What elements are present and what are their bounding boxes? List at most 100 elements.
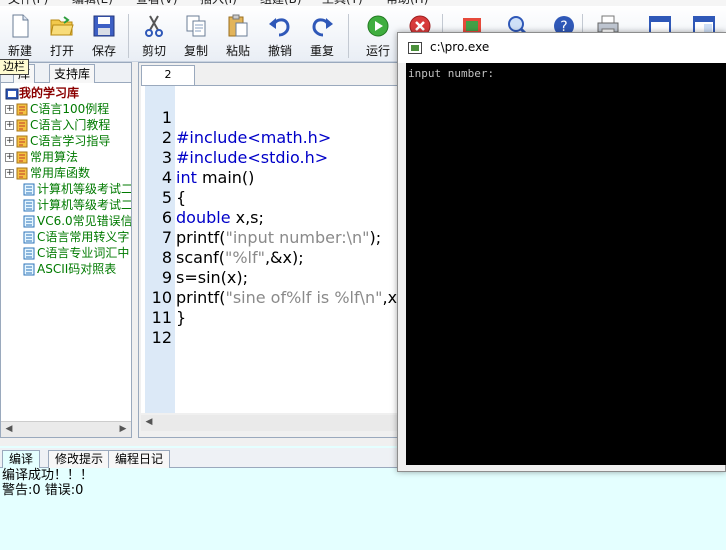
document-icon <box>23 231 35 244</box>
library-icon <box>5 87 19 100</box>
line-number: 7 <box>161 228 172 247</box>
copy-button[interactable]: 复制 <box>176 8 216 62</box>
line-number: 8 <box>161 248 172 267</box>
toolbar-button-label: 新建 <box>7 44 32 58</box>
tree-item-label: VC6.0常见错误信 <box>37 214 131 228</box>
line-number: 4 <box>161 168 172 187</box>
tree-item[interactable]: VC6.0常见错误信 <box>23 213 131 229</box>
output-tab[interactable]: 修改提示 <box>48 450 111 468</box>
scroll-left-icon[interactable]: ◀ <box>1 422 17 437</box>
console-output-area[interactable]: input number: <box>406 63 726 465</box>
output-tab[interactable]: 编译 <box>2 450 41 468</box>
cut-icon <box>142 14 166 38</box>
console-title: c:\pro.exe <box>430 40 490 54</box>
undo-button[interactable]: 撤销 <box>260 8 300 62</box>
line-number: 11 <box>151 308 172 327</box>
tree-item[interactable]: + C语言100例程 <box>5 101 109 117</box>
redo-button[interactable]: 重复 <box>302 8 342 62</box>
code-token: int <box>176 168 197 187</box>
tree-item[interactable]: ASCII码对照表 <box>23 261 116 277</box>
line-number: 9 <box>161 268 172 287</box>
paste-button[interactable]: 粘贴 <box>218 8 258 62</box>
scroll-left-icon[interactable]: ◀ <box>141 415 157 430</box>
tree-item-label: C语言学习指导 <box>30 134 111 148</box>
line-number: 3 <box>161 148 172 167</box>
tree-item[interactable]: + 常用算法 <box>5 149 78 165</box>
expand-icon[interactable]: + <box>5 121 14 130</box>
save-button[interactable]: 保存 <box>84 8 124 62</box>
code-token: ); <box>369 228 382 247</box>
console-app-icon <box>408 42 422 54</box>
toolbar-button-label: 打开 <box>49 44 74 58</box>
tree-item[interactable]: 计算机等级考试二 <box>23 181 131 197</box>
console-title-bar[interactable]: c:\pro.exe <box>398 33 726 63</box>
code-token: "sine of%lf is %lf\n" <box>225 288 383 307</box>
tree-item-label: 计算机等级考试二 <box>37 182 131 196</box>
tab-support-library[interactable]: 支持库 <box>49 64 96 83</box>
toolbar-button-label: 撤销 <box>267 44 292 58</box>
toolbar-button-label: 运行 <box>365 44 390 58</box>
console-window[interactable]: c:\pro.exe input number: <box>397 32 726 472</box>
code-line: double x,s; <box>176 208 264 228</box>
redo-icon <box>310 14 334 38</box>
code-token: "input number:\n" <box>225 228 370 247</box>
book-icon <box>16 151 28 164</box>
tree-item[interactable]: + C语言入门教程 <box>5 117 110 133</box>
code-token: { <box>176 188 187 207</box>
scroll-right-icon[interactable]: ▶ <box>115 422 131 437</box>
expand-icon[interactable]: + <box>5 105 14 114</box>
run-button[interactable]: 运行 <box>358 8 398 62</box>
toolbar-button-label: 剪切 <box>141 44 166 58</box>
compile-result: 编译成功！！！ <box>2 468 94 483</box>
code-token: #include<stdio.h> <box>176 148 329 167</box>
toolbar-button-label: 保存 <box>91 44 116 58</box>
tree-item-label: 我的学习库 <box>19 86 80 100</box>
cut-button[interactable]: 剪切 <box>134 8 174 62</box>
compile-counts: 警告:0 错误:0 <box>2 483 84 498</box>
document-icon <box>23 263 35 276</box>
line-number: 12 <box>151 328 172 347</box>
code-token: main() <box>196 168 255 187</box>
book-icon <box>16 119 28 132</box>
expand-icon[interactable]: + <box>5 137 14 146</box>
code-token: s=sin(x); <box>176 268 249 287</box>
line-number: 10 <box>151 288 172 307</box>
save-icon <box>92 14 116 38</box>
toolbar-separator <box>348 14 349 58</box>
line-number-gutter: 1 2 3 4 5 6 7 8 9 10 11 12 <box>145 86 175 413</box>
expand-icon[interactable]: + <box>5 153 14 162</box>
code-token: double <box>176 208 231 227</box>
document-icon <box>23 247 35 260</box>
editor-horizontal-scrollbar[interactable]: ◀ <box>141 415 399 431</box>
new-file-button[interactable]: 新建 <box>0 8 40 62</box>
new-file-icon <box>8 14 32 38</box>
toolbar-button-label: 重复 <box>309 44 334 58</box>
library-tree: 我的学习库 + C语言100例程 + C语言入门教程 + C语言学习指导 + 常用算法 + 常用库函… <box>3 85 131 415</box>
tree-item-label: 常用库函数 <box>30 166 91 180</box>
code-token: printf( <box>176 288 226 307</box>
code-token: #include<math.h> <box>176 128 332 147</box>
code-line: printf("sine of%lf is %lf\n",x,s); <box>176 288 399 308</box>
tree-item[interactable]: + 常用库函数 <box>5 165 90 181</box>
tree-item[interactable]: C语言专业词汇中 <box>23 245 129 261</box>
open-folder-icon <box>50 14 74 38</box>
sidebar-horizontal-scrollbar[interactable]: ◀ ▶ <box>1 421 131 437</box>
sidebar: 库 支持库 边栏 我的学习库+C语言100例程+C语言入门教程+C语言学习指导+… <box>0 59 132 438</box>
line-number: 1 <box>161 108 172 127</box>
code-line: int main() <box>176 168 254 188</box>
tree-item[interactable]: 计算机等级考试二 <box>23 197 131 213</box>
editor-file-tab[interactable]: 2 <box>141 65 195 85</box>
output-tab[interactable]: 编程日记 <box>108 450 171 468</box>
open-folder-button[interactable]: 打开 <box>42 8 82 62</box>
tree-item-label: C语言专业词汇中 <box>37 246 130 260</box>
editor-text-area[interactable]: 1 2 3 4 5 6 7 8 9 10 11 12 #include<math.h> #include… <box>141 85 399 413</box>
code-token: scanf( <box>176 248 225 267</box>
tree-root[interactable]: 我的学习库 <box>5 85 79 101</box>
expand-icon[interactable]: + <box>5 169 14 178</box>
tree-item[interactable]: + C语言学习指导 <box>5 133 110 149</box>
tree-item[interactable]: C语言常用转义字 <box>23 229 129 245</box>
toolbar-button-label: 复制 <box>183 44 208 58</box>
code-token: "%lf" <box>224 248 265 267</box>
code-line: #include<math.h> <box>176 128 331 148</box>
code-line: #include<stdio.h> <box>176 148 328 168</box>
